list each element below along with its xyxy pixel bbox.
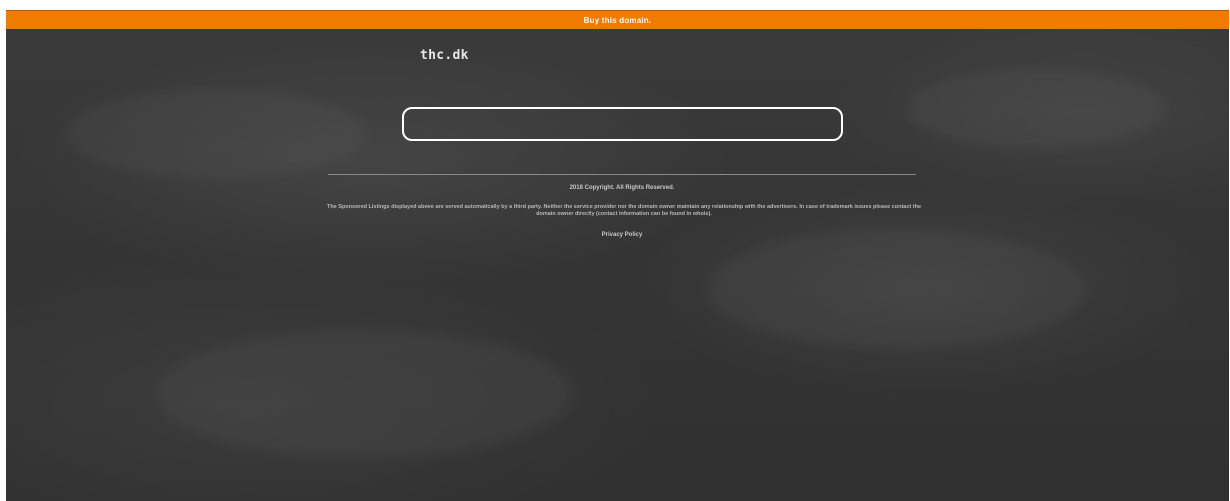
footer-divider xyxy=(328,174,916,175)
chalk-smudge xyxy=(66,89,366,179)
search-input[interactable] xyxy=(402,107,843,141)
page: Buy this domain. thc.dk 2018 Copyright. … xyxy=(0,0,1230,501)
buy-domain-link[interactable]: Buy this domain. xyxy=(584,16,652,25)
chalk-smudge xyxy=(156,329,576,459)
chalkboard-background: thc.dk 2018 Copyright. All Rights Reserv… xyxy=(6,29,1229,501)
copyright-text: 2018 Copyright. All Rights Reserved. xyxy=(569,185,675,191)
buy-domain-banner[interactable]: Buy this domain. xyxy=(6,10,1229,29)
chalk-smudge xyxy=(906,69,1166,149)
site-title: thc.dk xyxy=(420,48,469,63)
privacy-policy-link[interactable]: Privacy Policy xyxy=(328,232,916,238)
disclaimer-text: The Sponsored Listings displayed above a… xyxy=(326,204,922,217)
chalk-smudge xyxy=(706,229,1086,349)
